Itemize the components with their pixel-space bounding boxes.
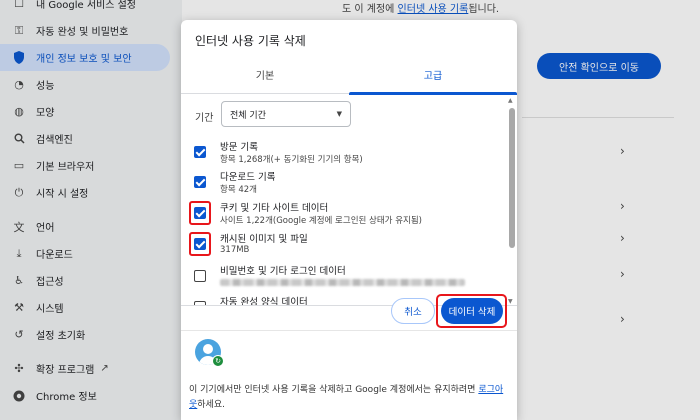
- sign-out-link[interactable]: 로그아: [478, 385, 503, 395]
- sync-icon: ↻: [212, 355, 224, 367]
- checkbox[interactable]: [194, 146, 206, 158]
- delete-data-button[interactable]: 데이터 삭제: [441, 298, 503, 324]
- item-subtitle: 항목 1,268개(+ 동기화된 기기의 항목): [220, 155, 363, 165]
- scroll-up-icon[interactable]: ▲: [508, 97, 513, 104]
- time-range-value: 전체 기간: [230, 110, 266, 121]
- checkbox[interactable]: [194, 238, 206, 250]
- dialog-title: 인터넷 사용 기록 삭제: [195, 34, 306, 48]
- checkbox[interactable]: [194, 270, 206, 282]
- cancel-button[interactable]: 취소: [391, 298, 435, 324]
- item-title: 쿠키 및 기타 사이트 데이터: [220, 203, 329, 214]
- item-title: 비밀번호 및 기타 로그인 데이터: [220, 266, 346, 277]
- dialog-tabs: 기본 고급: [181, 54, 517, 95]
- item-subtitle: 항목 42개: [220, 185, 257, 195]
- list-item[interactable]: 쿠키 및 기타 사이트 데이터 사이트 1,22개(Google 계정에 로그인…: [181, 198, 501, 230]
- scrollbar[interactable]: ▲ ▼: [507, 95, 517, 305]
- checkbox[interactable]: [194, 301, 206, 305]
- time-range-label: 기간: [195, 113, 214, 124]
- item-title: 자동 완성 양식 데이터: [220, 297, 308, 306]
- tab-advanced[interactable]: 고급: [349, 54, 517, 95]
- time-range-select[interactable]: 전체 기간 ▼: [221, 101, 351, 127]
- blurred-details: [220, 279, 465, 286]
- clear-browsing-data-dialog: 인터넷 사용 기록 삭제 기본 고급 기간 전체 기간 ▼ 방문 기록 항목 1…: [181, 20, 517, 420]
- scrollbar-thumb[interactable]: [509, 108, 515, 248]
- list-item[interactable]: 방문 기록 항목 1,268개(+ 동기화된 기기의 항목): [181, 137, 501, 169]
- item-subtitle: 317MB: [220, 245, 250, 255]
- item-title: 캐시된 이미지 및 파일: [220, 234, 308, 245]
- item-title: 다운로드 기록: [220, 172, 276, 183]
- list-item[interactable]: 캐시된 이미지 및 파일 317MB: [181, 229, 501, 261]
- tab-basic[interactable]: 기본: [181, 54, 349, 94]
- checkbox[interactable]: [194, 207, 206, 219]
- item-subtitle: 사이트 1,22개(Google 계정에 로그인된 상태가 유지됨): [220, 216, 422, 226]
- dialog-scroll-area[interactable]: 기간 전체 기간 ▼ 방문 기록 항목 1,268개(+ 동기화된 기기의 항목…: [181, 95, 517, 306]
- dropdown-caret-icon: ▼: [336, 110, 342, 118]
- list-item[interactable]: 다운로드 기록 항목 42개: [181, 167, 501, 199]
- scroll-down-icon[interactable]: ▼: [508, 298, 513, 305]
- list-item[interactable]: 비밀번호 및 기타 로그인 데이터: [181, 261, 501, 293]
- divider: [181, 330, 517, 331]
- item-title: 방문 기록: [220, 142, 258, 153]
- checkbox[interactable]: [194, 176, 206, 188]
- dialog-footer-text: 이 기기에서만 인터넷 사용 기록을 삭제하고 Google 계정에서는 유지하…: [189, 385, 504, 410]
